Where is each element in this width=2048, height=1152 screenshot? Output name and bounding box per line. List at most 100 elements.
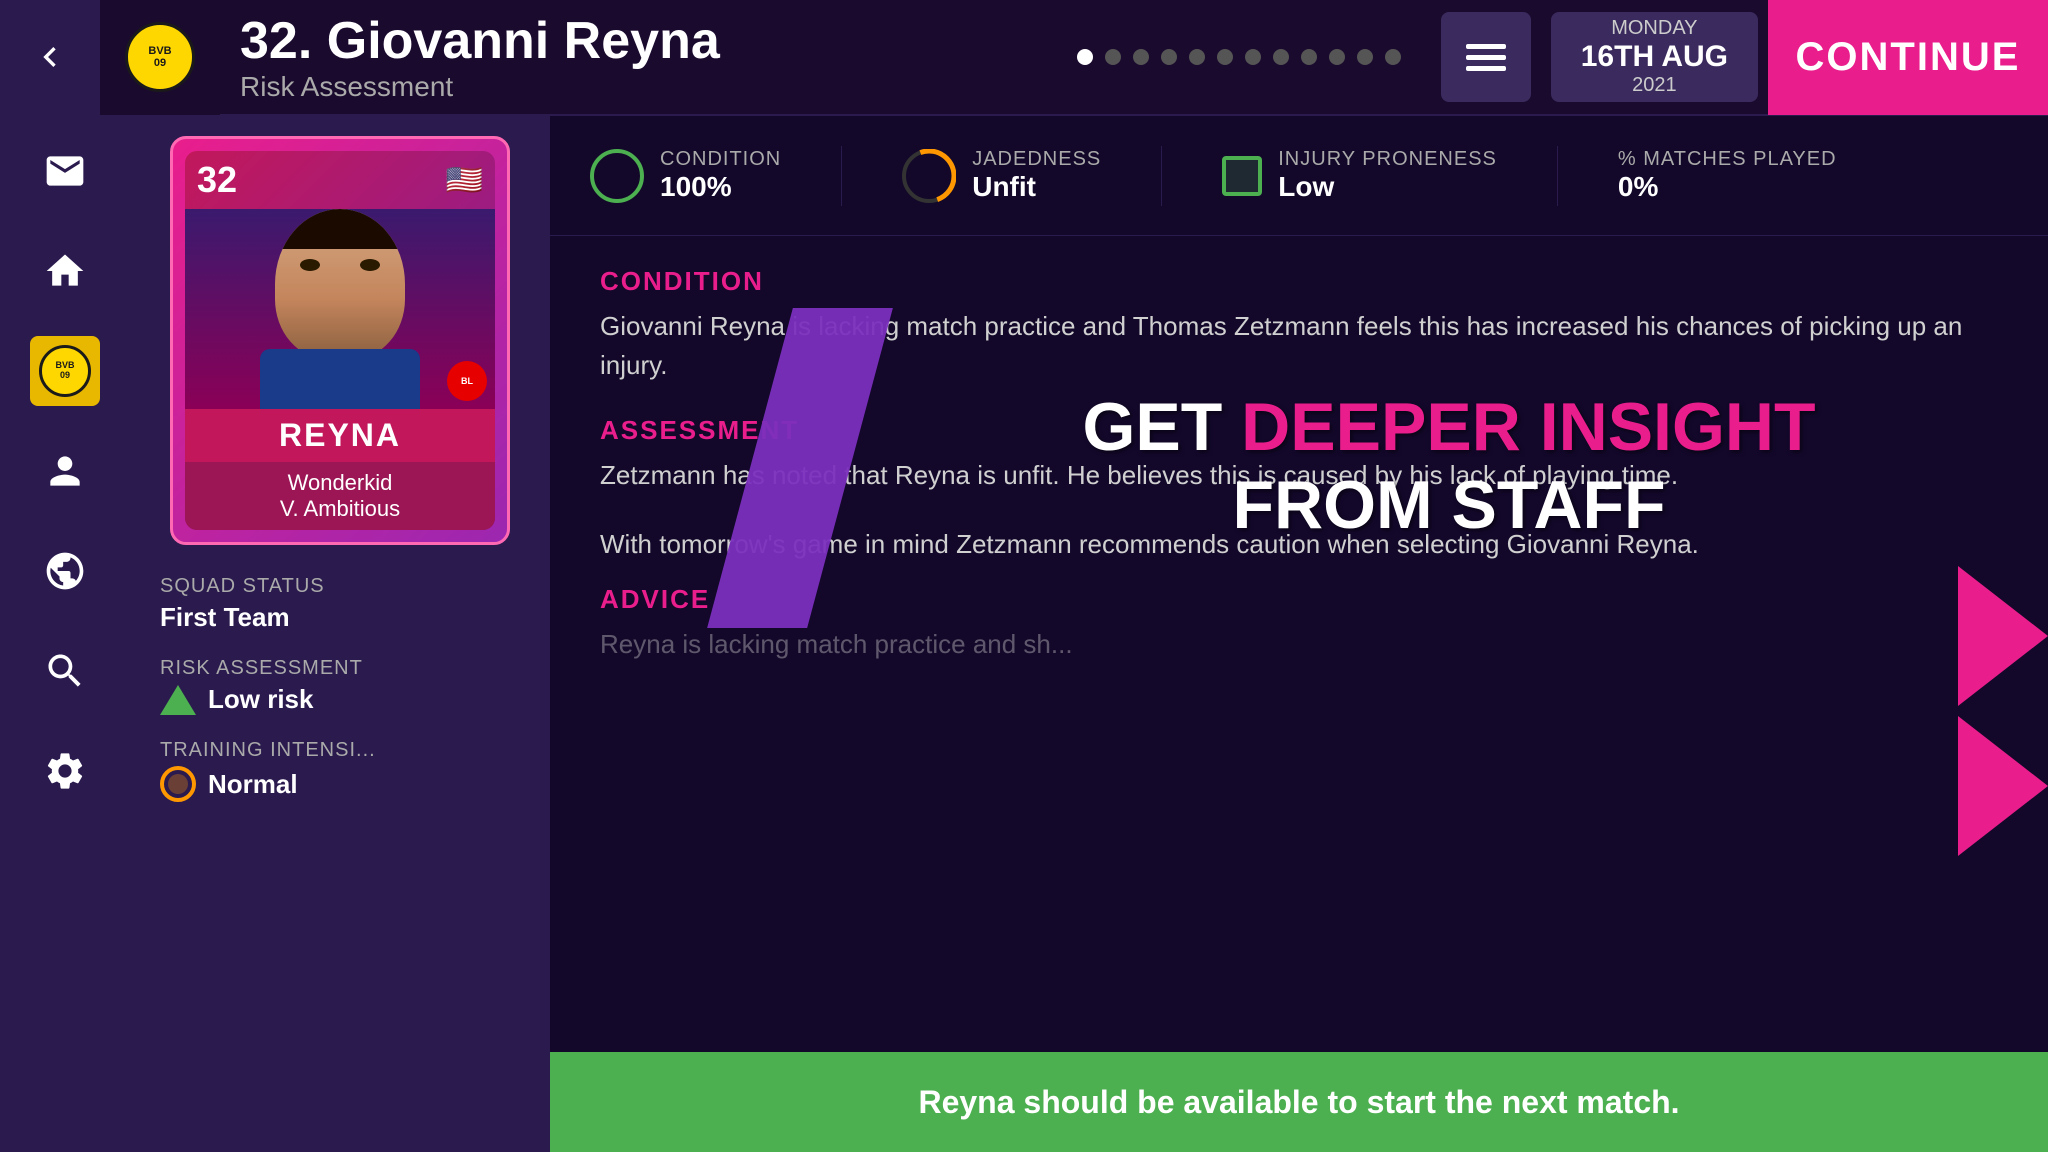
- sidebar-item-club[interactable]: BVB09: [30, 336, 100, 406]
- squad-status-row: SQUAD STATUS First Team: [160, 575, 520, 633]
- dot-1[interactable]: [1077, 49, 1093, 65]
- dot-8[interactable]: [1273, 49, 1289, 65]
- player-card-inner: 32 🇺🇸: [185, 151, 495, 530]
- training-value-row: Normal: [160, 766, 520, 802]
- player-info: SQUAD STATUS First Team RISK ASSESSMENT …: [150, 575, 530, 826]
- jadedness-info: JADEDNESS Unfit: [972, 148, 1101, 203]
- dot-4[interactable]: [1161, 49, 1177, 65]
- player-card: 32 🇺🇸: [170, 136, 510, 545]
- pink-arrows-decoration: [1958, 566, 2048, 866]
- condition-label: CONDITION: [660, 148, 781, 171]
- risk-label: RISK ASSESSMENT: [160, 657, 520, 680]
- menu-line-3: [1466, 66, 1506, 71]
- sidebar-item-search[interactable]: [30, 636, 100, 706]
- pagination-dots: [1047, 49, 1431, 65]
- arrow-2: [1958, 716, 2048, 856]
- year-label: 2021: [1632, 74, 1677, 97]
- injury-proneness-label: INJURY PRONENESS: [1278, 148, 1497, 171]
- risk-value-row: Low risk: [160, 684, 520, 715]
- card-trait-1: Wonderkid: [288, 470, 393, 496]
- dot-2[interactable]: [1105, 49, 1121, 65]
- dot-12[interactable]: [1385, 49, 1401, 65]
- squad-status-value: First Team: [160, 602, 520, 633]
- stats-bar: CONDITION 100% JADEDNESS Unfit INJURY PR…: [550, 116, 2048, 236]
- sidebar: BVB09: [0, 116, 130, 1152]
- continue-button[interactable]: CONTINUE: [1768, 0, 2048, 115]
- risk-assessment-row: RISK ASSESSMENT Low risk: [160, 657, 520, 715]
- arrow-1: [1958, 566, 2048, 706]
- recommendation-text: Reyna should be available to start the n…: [918, 1084, 1679, 1121]
- promo-get: GET: [1082, 389, 1241, 465]
- dot-10[interactable]: [1329, 49, 1345, 65]
- card-player-name: REYNA: [193, 417, 487, 454]
- player-section: 32 🇺🇸: [130, 116, 550, 1152]
- injury-proneness-value: Low: [1278, 171, 1497, 203]
- sidebar-item-manager[interactable]: [30, 436, 100, 506]
- recommendation-bar: Reyna should be available to start the n…: [550, 1052, 2048, 1152]
- condition-stat: CONDITION 100%: [590, 148, 781, 203]
- training-value: Normal: [208, 769, 298, 800]
- matches-played-stat: % MATCHES PLAYED 0%: [1618, 148, 1837, 203]
- stat-divider-1: [841, 146, 842, 206]
- back-button[interactable]: [0, 0, 100, 115]
- card-flag: 🇺🇸: [446, 163, 483, 198]
- condition-value: 100%: [660, 171, 781, 203]
- jadedness-circle: [902, 149, 956, 203]
- risk-triangle-icon: [160, 685, 196, 715]
- player-full-name: 32. Giovanni Reyna: [240, 11, 1027, 71]
- card-traits: Wonderkid V. Ambitious: [185, 462, 495, 530]
- promo-text: GET DEEPER INSIGHT FROM STAFF: [1082, 388, 1815, 544]
- condition-section-label: CONDITION: [600, 266, 1998, 297]
- sidebar-item-settings[interactable]: [30, 736, 100, 806]
- card-trait-2: V. Ambitious: [280, 496, 400, 522]
- dot-5[interactable]: [1189, 49, 1205, 65]
- condition-info: CONDITION 100%: [660, 148, 781, 203]
- club-logo-top: BVB09: [100, 0, 220, 115]
- jadedness-label: JADEDNESS: [972, 148, 1101, 171]
- menu-line-1: [1466, 44, 1506, 49]
- promo-line1: GET DEEPER INSIGHT: [1082, 388, 1815, 466]
- menu-button[interactable]: [1441, 12, 1531, 102]
- jadedness-value: Unfit: [972, 171, 1101, 203]
- dot-11[interactable]: [1357, 49, 1373, 65]
- injury-proneness-square: [1222, 156, 1262, 196]
- promo-line2: FROM STAFF: [1082, 466, 1815, 544]
- squad-status-label: SQUAD STATUS: [160, 575, 520, 598]
- dot-3[interactable]: [1133, 49, 1149, 65]
- risk-value: Low risk: [208, 684, 313, 715]
- dot-7[interactable]: [1245, 49, 1261, 65]
- training-indicator: [160, 766, 196, 802]
- date-label: 16TH AUG: [1581, 40, 1728, 74]
- injury-proneness-stat: INJURY PRONENESS Low: [1222, 148, 1497, 203]
- card-photo: BL: [185, 209, 495, 409]
- stat-divider-2: [1161, 146, 1162, 206]
- dot-9[interactable]: [1301, 49, 1317, 65]
- matches-played-value: 0%: [1618, 171, 1837, 203]
- dot-6[interactable]: [1217, 49, 1233, 65]
- jadedness-stat: JADEDNESS Unfit: [902, 148, 1101, 203]
- card-name-area: REYNA: [185, 409, 495, 462]
- bvb-logo: BVB09: [125, 22, 195, 92]
- condition-circle: [590, 149, 644, 203]
- matches-played-label: % MATCHES PLAYED: [1618, 148, 1837, 171]
- top-bar: BVB09 32. Giovanni Reyna Risk Assessment…: [0, 0, 2048, 116]
- sidebar-item-mail[interactable]: [30, 136, 100, 206]
- injury-proneness-info: INJURY PRONENESS Low: [1278, 148, 1497, 203]
- training-label: TRAINING INTENSI...: [160, 739, 520, 762]
- sidebar-item-world[interactable]: [30, 536, 100, 606]
- date-display: MONDAY 16TH AUG 2021: [1551, 12, 1758, 102]
- player-title: 32. Giovanni Reyna Risk Assessment: [220, 11, 1047, 103]
- section-label: Risk Assessment: [240, 71, 1027, 103]
- training-row: TRAINING INTENSI... Normal: [160, 739, 520, 802]
- stat-divider-3: [1557, 146, 1558, 206]
- advice-section-text: Reyna is lacking match practice and sh..…: [600, 625, 1998, 664]
- promo-overlay: GET DEEPER INSIGHT FROM STAFF: [850, 388, 2048, 544]
- card-number: 32: [197, 159, 237, 201]
- sidebar-item-home[interactable]: [30, 236, 100, 306]
- card-header: 32 🇺🇸: [185, 151, 495, 209]
- content-area: CONDITION Giovanni Reyna is lacking matc…: [550, 236, 2048, 724]
- main-content: CONDITION 100% JADEDNESS Unfit INJURY PR…: [550, 116, 2048, 1152]
- bvb-logo-sidebar: BVB09: [39, 345, 91, 397]
- bundesliga-badge: BL: [447, 361, 487, 401]
- matches-played-info: % MATCHES PLAYED 0%: [1618, 148, 1837, 203]
